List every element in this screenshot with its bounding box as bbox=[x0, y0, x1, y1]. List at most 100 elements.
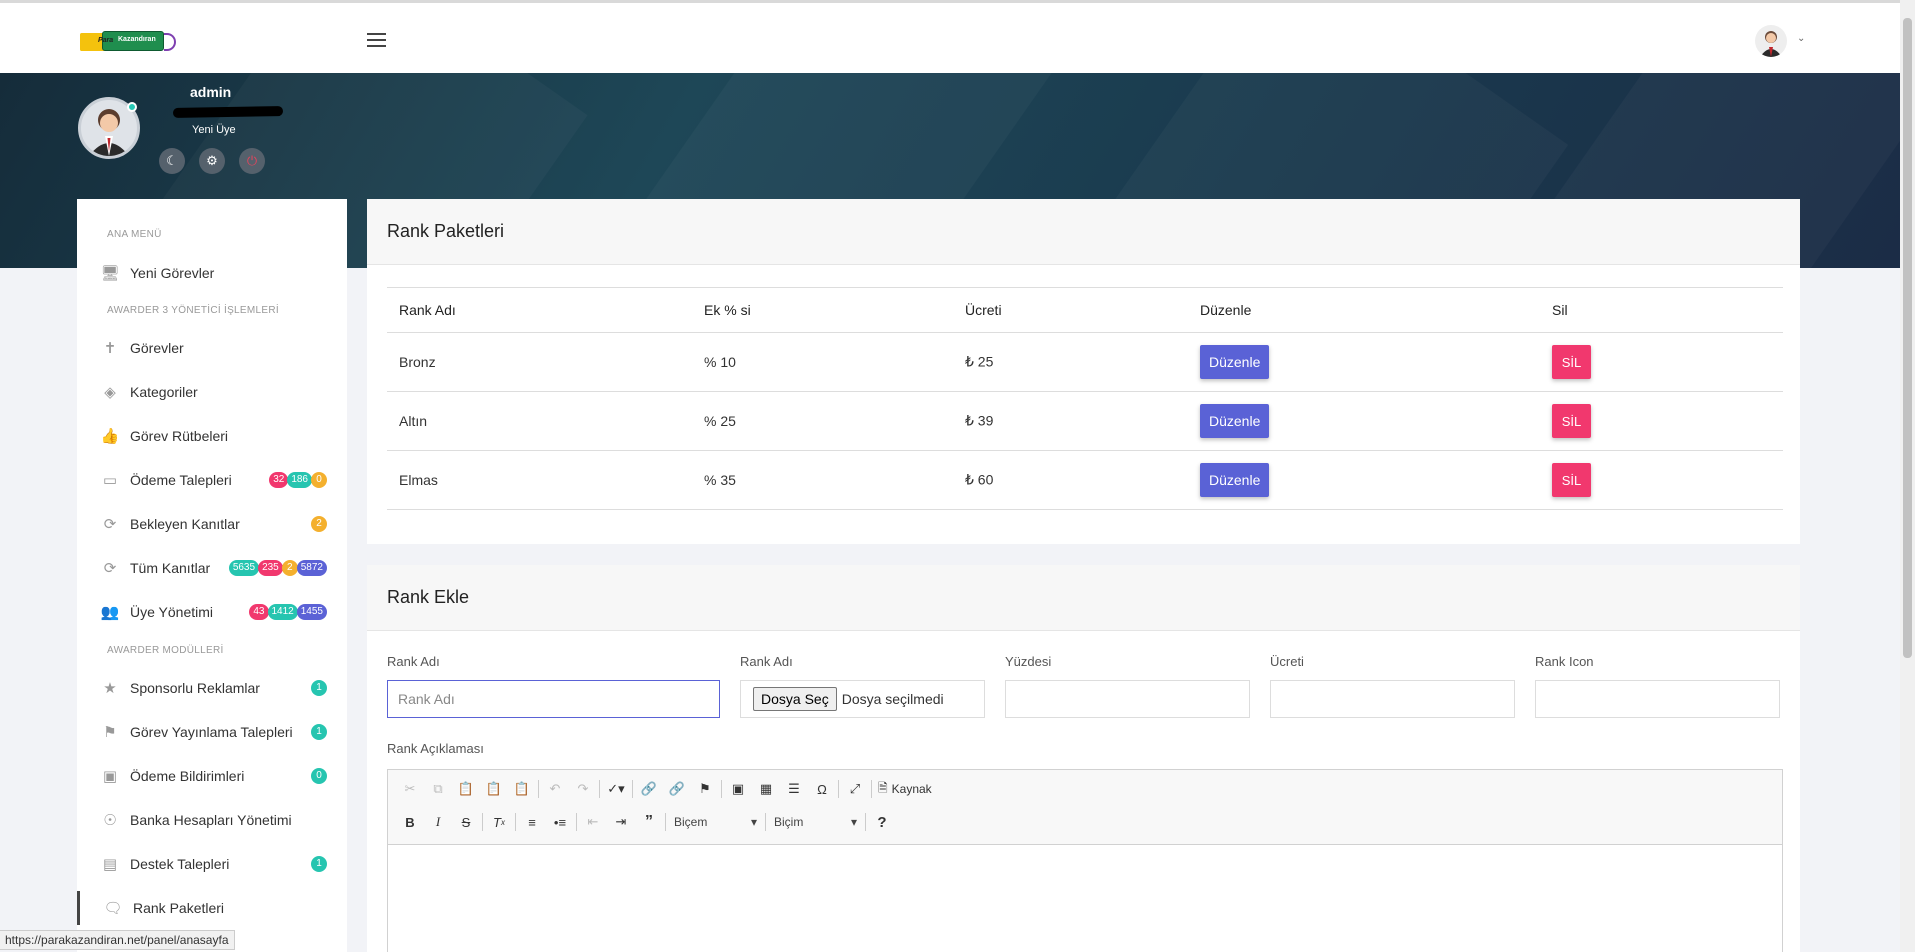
chevron-down-icon[interactable]: ⌄ bbox=[1797, 33, 1805, 44]
moon-icon[interactable]: ☾ bbox=[159, 148, 185, 174]
field-label: Ücreti bbox=[1270, 654, 1304, 669]
sidebar-item-label: Ödeme Bildirimleri bbox=[130, 768, 245, 784]
link-icon[interactable]: 🔗 bbox=[635, 777, 663, 801]
file-upload-field[interactable]: Dosya Seç Dosya seçilmedi bbox=[740, 680, 985, 718]
source-button[interactable]: 🗎 Kaynak bbox=[874, 779, 936, 800]
monitor-icon: 🖥 bbox=[100, 265, 120, 282]
sidebar: ANA MENÜ 🖥 Yeni Görevler AWARDER 3 YÖNET… bbox=[77, 199, 347, 952]
table-icon[interactable]: ▦ bbox=[752, 777, 780, 801]
sidebar-item-sponsorlu-reklamlar[interactable]: ★ Sponsorlu Reklamlar 1 bbox=[77, 671, 347, 705]
sidebar-item-label: Görevler bbox=[130, 340, 184, 356]
source-icon: 🗎 bbox=[878, 780, 888, 795]
gear-icon[interactable]: ⚙ bbox=[199, 148, 225, 174]
anchor-flag-icon[interactable]: ⚑ bbox=[691, 777, 719, 801]
maximize-icon[interactable]: ⤢ bbox=[841, 777, 869, 801]
hamburger-icon[interactable] bbox=[367, 33, 387, 49]
sidebar-item-label: Görev Rütbeleri bbox=[130, 428, 229, 444]
edit-button[interactable]: Düzenle bbox=[1200, 345, 1270, 379]
paste-icon[interactable]: 📋 bbox=[452, 777, 480, 801]
price-input[interactable] bbox=[1270, 680, 1515, 718]
site-logo[interactable]: Para Kazandıran bbox=[80, 29, 176, 55]
sidebar-item-label: Tüm Kanıtlar bbox=[130, 560, 211, 576]
sidebar-item-rank-paketleri[interactable]: 🗨 Rank Paketleri bbox=[77, 891, 347, 925]
bold-icon[interactable]: B bbox=[396, 810, 424, 834]
thumbs-up-icon: 👍 bbox=[100, 428, 120, 445]
choose-file-button[interactable]: Dosya Seç bbox=[753, 687, 837, 711]
table-row: Elmas % 35 ₺ 60 Düzenle SİL bbox=[387, 451, 1783, 510]
badge-group: 5635 235 2 5872 bbox=[228, 560, 327, 576]
sidebar-item-label: Rank Paketleri bbox=[133, 900, 225, 916]
chevron-down-icon: ▾ bbox=[850, 815, 857, 829]
style-dropdown[interactable]: Biçem ▾ bbox=[668, 811, 763, 833]
sidebar-item-odeme-talepleri[interactable]: ▭ Ödeme Talepleri 32 186 0 bbox=[77, 463, 347, 497]
table-row: Altın % 25 ₺ 39 Düzenle SİL bbox=[387, 392, 1783, 451]
sidebar-item-kategoriler[interactable]: ◈ Kategoriler bbox=[77, 375, 347, 409]
copy-icon[interactable]: ⧉ bbox=[424, 777, 452, 801]
cut-icon[interactable]: ✂ bbox=[396, 777, 424, 801]
count-badge: 1 bbox=[311, 724, 327, 740]
undo-icon[interactable]: ↶ bbox=[541, 777, 569, 801]
delete-button[interactable]: SİL bbox=[1552, 463, 1591, 497]
flag-icon: ⚑ bbox=[103, 724, 117, 741]
user-avatar[interactable] bbox=[1755, 25, 1787, 57]
power-icon[interactable]: ⏻ bbox=[239, 148, 265, 174]
top-navbar: Para Kazandıran ⌄ bbox=[0, 0, 1900, 73]
sidebar-item-gorevler[interactable]: ✝ Görevler bbox=[77, 331, 347, 365]
editor-content-area[interactable] bbox=[388, 845, 1782, 952]
source-label: Kaynak bbox=[891, 782, 932, 796]
delete-button[interactable]: SİL bbox=[1552, 404, 1591, 438]
horizontal-line-icon[interactable]: ☰ bbox=[780, 777, 808, 801]
indent-icon[interactable]: ⇥ bbox=[607, 810, 635, 834]
redo-icon[interactable]: ↷ bbox=[569, 777, 597, 801]
file-status-text: Dosya seçilmedi bbox=[841, 691, 944, 707]
count-badge: 43 bbox=[249, 604, 269, 620]
badge-group: 43 1412 1455 bbox=[249, 604, 327, 620]
style-dropdown-label: Biçem bbox=[674, 815, 708, 829]
field-label: Rank Açıklaması bbox=[387, 741, 484, 756]
sidebar-item-uye-yonetimi[interactable]: 👥 Üye Yönetimi 43 1412 1455 bbox=[77, 595, 347, 629]
sidebar-item-destek-talepleri[interactable]: ▤ Destek Talepleri 1 bbox=[77, 847, 347, 881]
editor-toolbar: ✂ ⧉ 📋 📋 📋 ↶ ↷ ✓▾ 🔗 🔗 ⚑ ▣ ▦ ☰ Ω ⤢ 🗎 Kayna… bbox=[388, 770, 1782, 845]
delete-button[interactable]: SİL bbox=[1552, 345, 1591, 379]
rank-name-input[interactable] bbox=[387, 680, 720, 718]
rank-price: ₺ 60 bbox=[965, 471, 994, 488]
numbered-list-icon[interactable]: ≡ bbox=[518, 810, 546, 834]
unlink-icon[interactable]: 🔗 bbox=[663, 777, 691, 801]
sidebar-item-gorev-rutbeleri[interactable]: 👍 Görev Rütbeleri bbox=[77, 419, 347, 453]
outdent-icon[interactable]: ⇤ bbox=[579, 810, 607, 834]
blockquote-icon[interactable]: ” bbox=[635, 810, 663, 834]
column-header: Rank Adı bbox=[399, 302, 456, 318]
spellcheck-icon[interactable]: ✓▾ bbox=[602, 777, 630, 801]
count-badge: 1 bbox=[311, 856, 327, 872]
italic-icon[interactable]: I bbox=[424, 810, 452, 834]
sidebar-item-yeni-gorevler[interactable]: 🖥 Yeni Görevler bbox=[77, 256, 347, 290]
edit-button[interactable]: Düzenle bbox=[1200, 404, 1270, 438]
paste-word-icon[interactable]: 📋 bbox=[508, 777, 536, 801]
page-scrollbar[interactable] bbox=[1900, 0, 1915, 952]
help-icon[interactable]: ? bbox=[868, 810, 896, 834]
bulleted-list-icon[interactable]: •≡ bbox=[546, 810, 574, 834]
sidebar-item-gorev-yayinlama-talepleri[interactable]: ⚑ Görev Yayınlama Talepleri 1 bbox=[77, 715, 347, 749]
format-dropdown[interactable]: Biçim ▾ bbox=[768, 811, 863, 833]
sidebar-item-label: Sponsorlu Reklamlar bbox=[130, 680, 260, 696]
image-icon[interactable]: ▣ bbox=[724, 777, 752, 801]
special-char-icon[interactable]: Ω bbox=[808, 777, 836, 801]
column-header: Düzenle bbox=[1200, 302, 1252, 318]
sidebar-item-odeme-bildirimleri[interactable]: ▣ Ödeme Bildirimleri 0 bbox=[77, 759, 347, 793]
remove-format-icon[interactable]: Tx bbox=[485, 810, 513, 834]
sidebar-item-bekleyen-kanitlar[interactable]: ⟳ Bekleyen Kanıtlar 2 bbox=[77, 507, 347, 541]
rank-packages-card: Rank Paketleri Rank Adı Ek % si Ücreti D… bbox=[367, 199, 1800, 544]
percent-input[interactable] bbox=[1005, 680, 1250, 718]
profile-role: Yeni Üye bbox=[192, 124, 236, 136]
rank-icon-input[interactable] bbox=[1535, 680, 1780, 718]
strikethrough-icon[interactable]: S bbox=[452, 810, 480, 834]
badge-group: 1 bbox=[311, 724, 327, 740]
count-badge: 0 bbox=[311, 768, 327, 784]
sidebar-item-tum-kanitlar[interactable]: ⟳ Tüm Kanıtlar 5635 235 2 5872 bbox=[77, 551, 347, 585]
paste-text-icon[interactable]: 📋 bbox=[480, 777, 508, 801]
sidebar-item-label: Yeni Görevler bbox=[130, 265, 215, 281]
sidebar-item-banka-hesaplari[interactable]: ☉ Banka Hesapları Yönetimi bbox=[77, 803, 347, 837]
table-header-row: Rank Adı Ek % si Ücreti Düzenle Sil bbox=[387, 288, 1783, 333]
star-icon: ★ bbox=[103, 680, 117, 697]
edit-button[interactable]: Düzenle bbox=[1200, 463, 1270, 497]
